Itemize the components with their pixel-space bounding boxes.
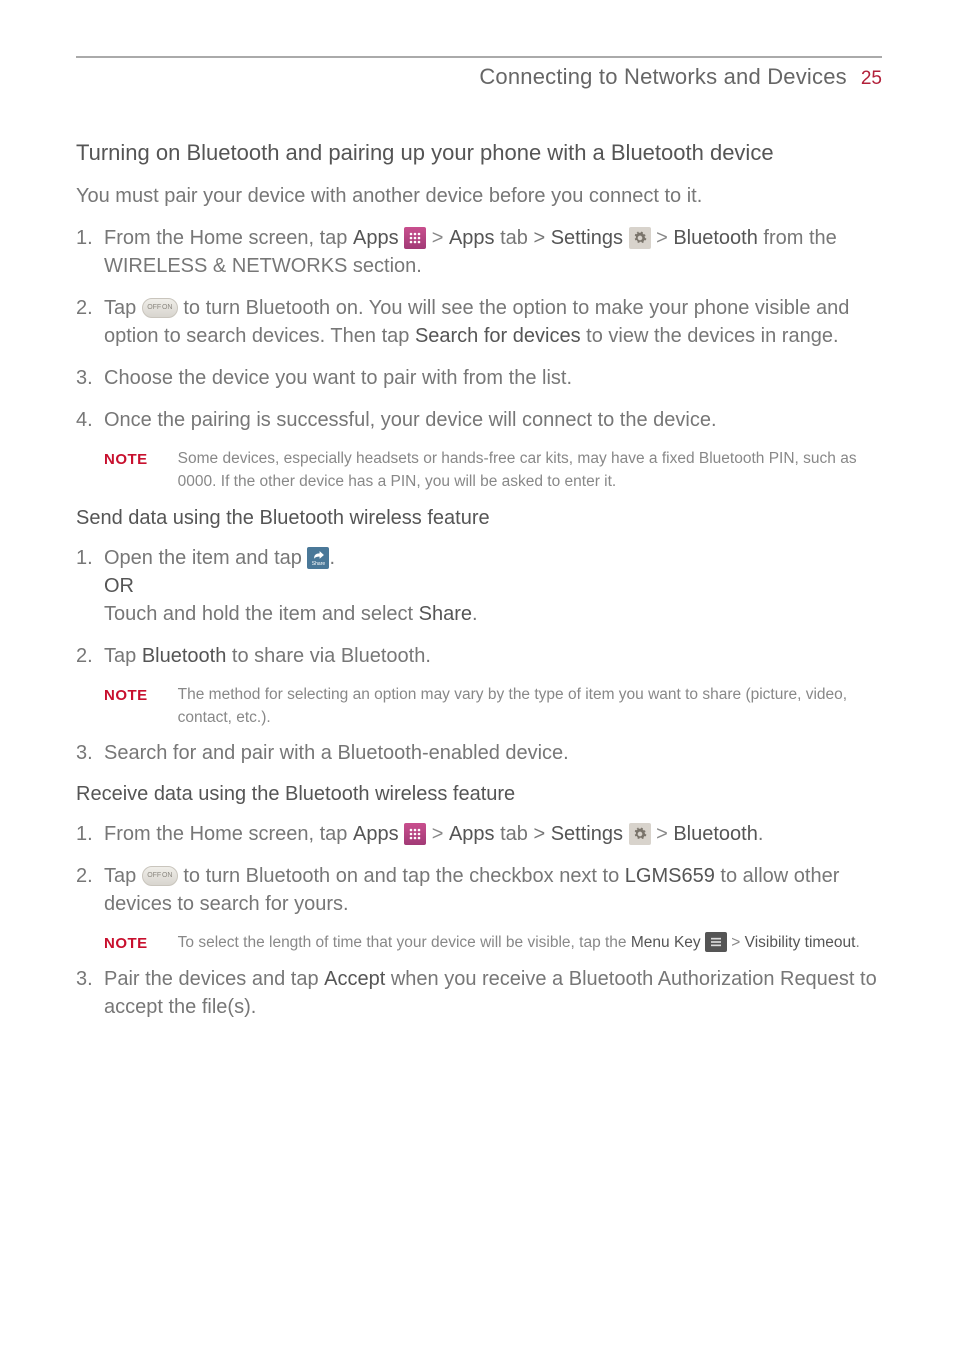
steps-pairing: 1. From the Home screen, tap Apps > Apps… [76, 224, 882, 434]
header-title: Connecting to Networks and Devices [479, 62, 847, 92]
apps-icon [404, 823, 426, 845]
note-send: NOTE The method for selecting an option … [76, 684, 882, 729]
toggle-icon: OFFON [142, 298, 178, 318]
note-text: The method for selecting an option may v… [178, 684, 882, 729]
step-2: 2. Tap Bluetooth to share via Bluetooth. [76, 642, 882, 670]
step-2: 2. Tap OFFON to turn Bluetooth on and ta… [76, 862, 882, 918]
note-receive: NOTE To select the length of time that y… [76, 932, 882, 954]
note-text: Some devices, especially headsets or han… [178, 448, 882, 493]
step-1: 1. Open the item and tap Share. OR Touch… [76, 544, 882, 628]
note-label: NOTE [104, 932, 148, 954]
section-heading-receive: Receive data using the Bluetooth wireles… [76, 781, 882, 808]
note-text: To select the length of time that your d… [178, 932, 860, 954]
steps-send-cont: 3. Search for and pair with a Bluetooth-… [76, 739, 882, 767]
lead-text: You must pair your device with another d… [76, 183, 882, 210]
toggle-icon: OFFON [142, 866, 178, 886]
steps-receive-cont: 3. Pair the devices and tap Accept when … [76, 965, 882, 1021]
section-heading-pairing: Turning on Bluetooth and pairing up your… [76, 138, 882, 168]
page-number: 25 [861, 66, 882, 92]
share-icon: Share [307, 547, 329, 569]
menu-key-icon [705, 932, 727, 952]
step-4: 4. Once the pairing is successful, your … [76, 406, 882, 434]
note-pairing: NOTE Some devices, especially headsets o… [76, 448, 882, 493]
step-3: 3. Choose the device you want to pair wi… [76, 364, 882, 392]
step-3: 3. Pair the devices and tap Accept when … [76, 965, 882, 1021]
note-label: NOTE [104, 448, 148, 493]
settings-icon [629, 227, 651, 249]
page-header: Connecting to Networks and Devices 25 [76, 62, 882, 92]
step-1: 1. From the Home screen, tap Apps > Apps… [76, 820, 882, 848]
step-1: 1. From the Home screen, tap Apps > Apps… [76, 224, 882, 280]
steps-send: 1. Open the item and tap Share. OR Touch… [76, 544, 882, 670]
step-3: 3. Search for and pair with a Bluetooth-… [76, 739, 882, 767]
step-2: 2. Tap OFFON to turn Bluetooth on. You w… [76, 294, 882, 350]
steps-receive: 1. From the Home screen, tap Apps > Apps… [76, 820, 882, 918]
settings-icon [629, 823, 651, 845]
note-label: NOTE [104, 684, 148, 729]
header-rule [76, 56, 882, 58]
apps-icon [404, 227, 426, 249]
section-heading-send: Send data using the Bluetooth wireless f… [76, 505, 882, 532]
